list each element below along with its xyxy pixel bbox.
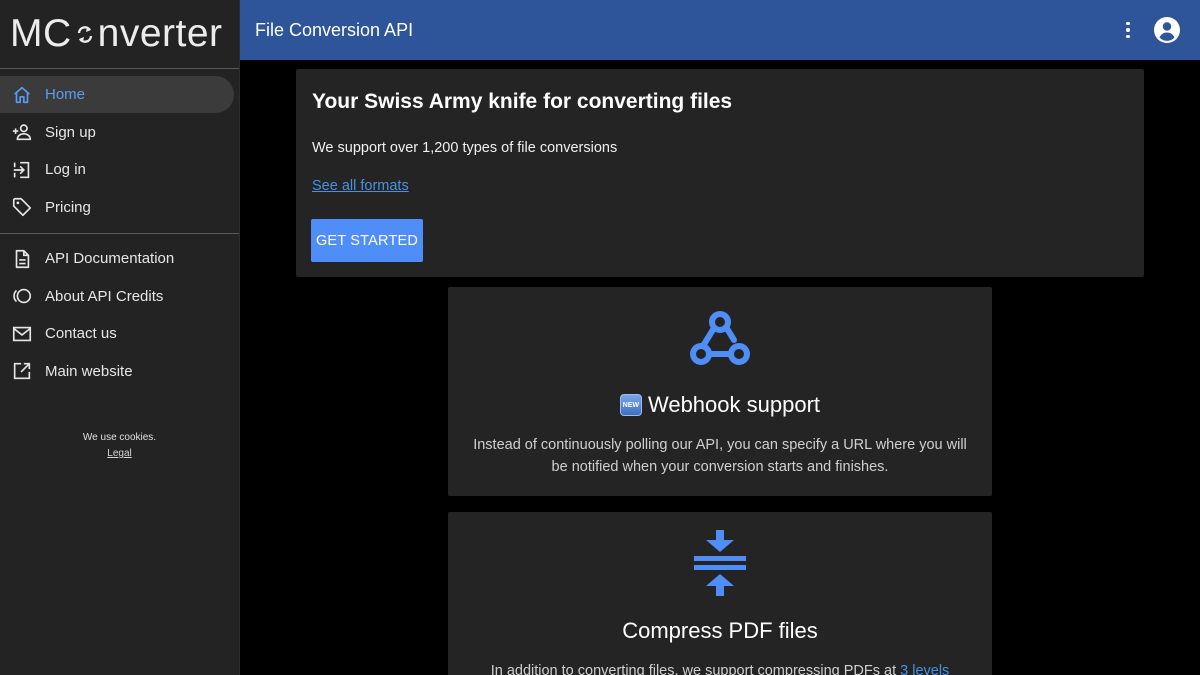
- brand-logo[interactable]: MC nverter: [0, 0, 239, 69]
- sidebar-item-sign-up[interactable]: Sign up: [0, 114, 239, 152]
- sidebar-item-label: Log in: [45, 161, 86, 179]
- feature-card-webhook: NEW Webhook support Instead of continuous…: [448, 287, 992, 496]
- sidebar-item-contact-us[interactable]: Contact us: [0, 315, 239, 353]
- feature-title: Compress PDF files: [622, 618, 818, 643]
- sidebar-item-log-in[interactable]: Log in: [0, 151, 239, 189]
- hero-subtitle: We support over 1,200 types of file conv…: [312, 140, 618, 156]
- document-icon: [11, 248, 33, 270]
- person-add-icon: [11, 121, 33, 143]
- app-bar: File Conversion API: [240, 0, 1200, 60]
- sidebar-item-api-documentation[interactable]: API Documentation: [0, 240, 239, 278]
- compression-levels-link[interactable]: 3 levels: [900, 663, 949, 675]
- sidebar-nav: Home Sign up Log in Pricing API Document…: [0, 69, 239, 390]
- sidebar-item-label: Main website: [45, 362, 133, 380]
- home-icon: [11, 84, 33, 106]
- sidebar-item-about-api-credits[interactable]: About API Credits: [0, 278, 239, 316]
- external-link-icon: [11, 360, 33, 382]
- sidebar-item-label: Sign up: [45, 123, 96, 141]
- sidebar-item-label: Contact us: [45, 325, 117, 343]
- feature-description: In addition to converting files, we supp…: [448, 660, 992, 675]
- get-started-button[interactable]: GET STARTED: [311, 219, 423, 262]
- account-icon[interactable]: [1153, 16, 1181, 44]
- sidebar-item-label: Home: [45, 86, 86, 104]
- convert-arrows-icon: [77, 26, 92, 43]
- sidebar-divider: [0, 233, 239, 234]
- new-badge: NEW: [619, 394, 642, 416]
- app-bar-actions: [1117, 0, 1200, 60]
- login-icon: [11, 159, 33, 181]
- feature-description: Instead of continuously polling our API,…: [473, 437, 967, 475]
- mail-icon: [11, 323, 33, 345]
- cookie-notice: We use cookies. Legal: [0, 430, 239, 462]
- more-menu-icon[interactable]: [1117, 19, 1139, 41]
- tag-icon: [11, 196, 33, 218]
- sidebar-item-label: Pricing: [45, 198, 91, 216]
- page-title: File Conversion API: [255, 19, 414, 40]
- compress-icon: [694, 530, 746, 596]
- hero-title: Your Swiss Army knife for converting fil…: [312, 90, 733, 113]
- see-all-formats-link[interactable]: See all formats: [312, 178, 409, 194]
- sidebar-item-label: API Documentation: [45, 250, 175, 268]
- credits-icon: [11, 285, 33, 307]
- sidebar-item-main-website[interactable]: Main website: [0, 353, 239, 391]
- legal-link[interactable]: Legal: [0, 446, 239, 462]
- cookie-text: We use cookies.: [82, 432, 157, 443]
- feature-title: NEW Webhook support: [448, 392, 992, 418]
- sidebar-item-home[interactable]: Home: [0, 76, 239, 114]
- sidebar: MC nverter Home Sign up Log in Pricing A…: [0, 0, 240, 675]
- sidebar-item-label: About API Credits: [45, 287, 164, 305]
- hero-card: Your Swiss Army knife for converting fil…: [296, 69, 1144, 277]
- webhook-icon: [690, 311, 750, 365]
- feature-card-compress: Compress PDF files In addition to conver…: [448, 512, 992, 675]
- sidebar-item-pricing[interactable]: Pricing: [0, 189, 239, 227]
